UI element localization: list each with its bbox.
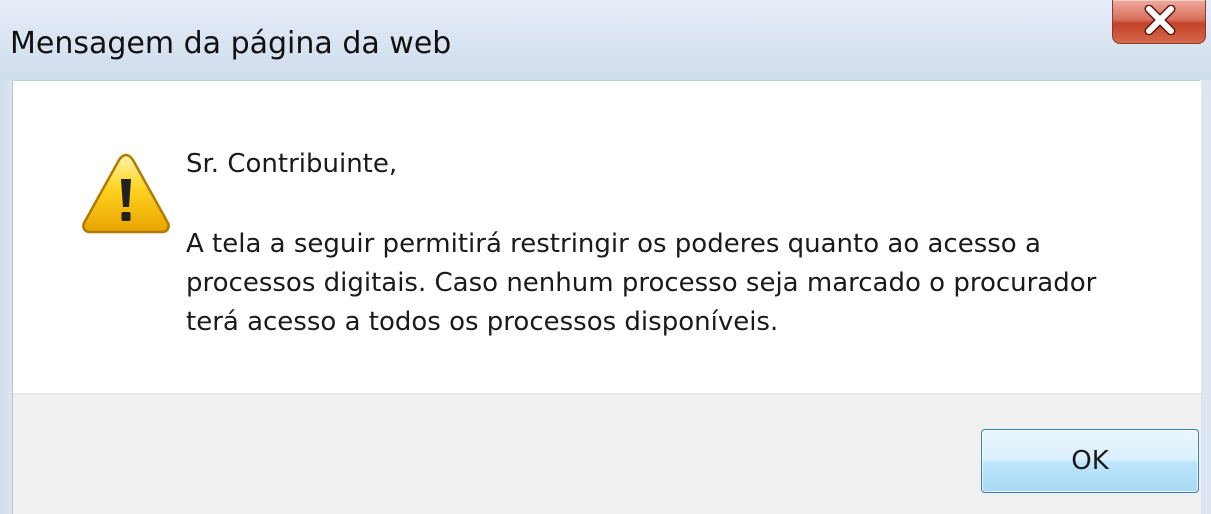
warning-icon [82, 153, 170, 234]
message-area: Sr. Contribuinte, A tela a seguir permit… [13, 81, 1201, 393]
close-button[interactable] [1112, 0, 1206, 44]
message-greeting: Sr. Contribuinte, [186, 149, 398, 179]
dialog-content: Sr. Contribuinte, A tela a seguir permit… [12, 80, 1201, 514]
dialog-window: Mensagem da página da web Sr. Contribuin… [0, 0, 1211, 514]
message-line: A tela a seguir permitirá restringir os … [186, 229, 1041, 259]
message-line: processos digitais. Caso nenhum processo… [186, 268, 1097, 298]
title-bar[interactable]: Mensagem da página da web [0, 0, 1211, 80]
window-frame-left [0, 80, 12, 514]
button-bar: OK [13, 393, 1201, 514]
ok-button[interactable]: OK [981, 429, 1199, 493]
window-title: Mensagem da página da web [10, 26, 452, 61]
message-line: terá acesso a todos os processos disponí… [186, 307, 779, 337]
close-icon [1144, 5, 1176, 35]
message-body: A tela a seguir permitirá restringir os … [186, 225, 1176, 342]
window-frame-right [1200, 80, 1211, 514]
